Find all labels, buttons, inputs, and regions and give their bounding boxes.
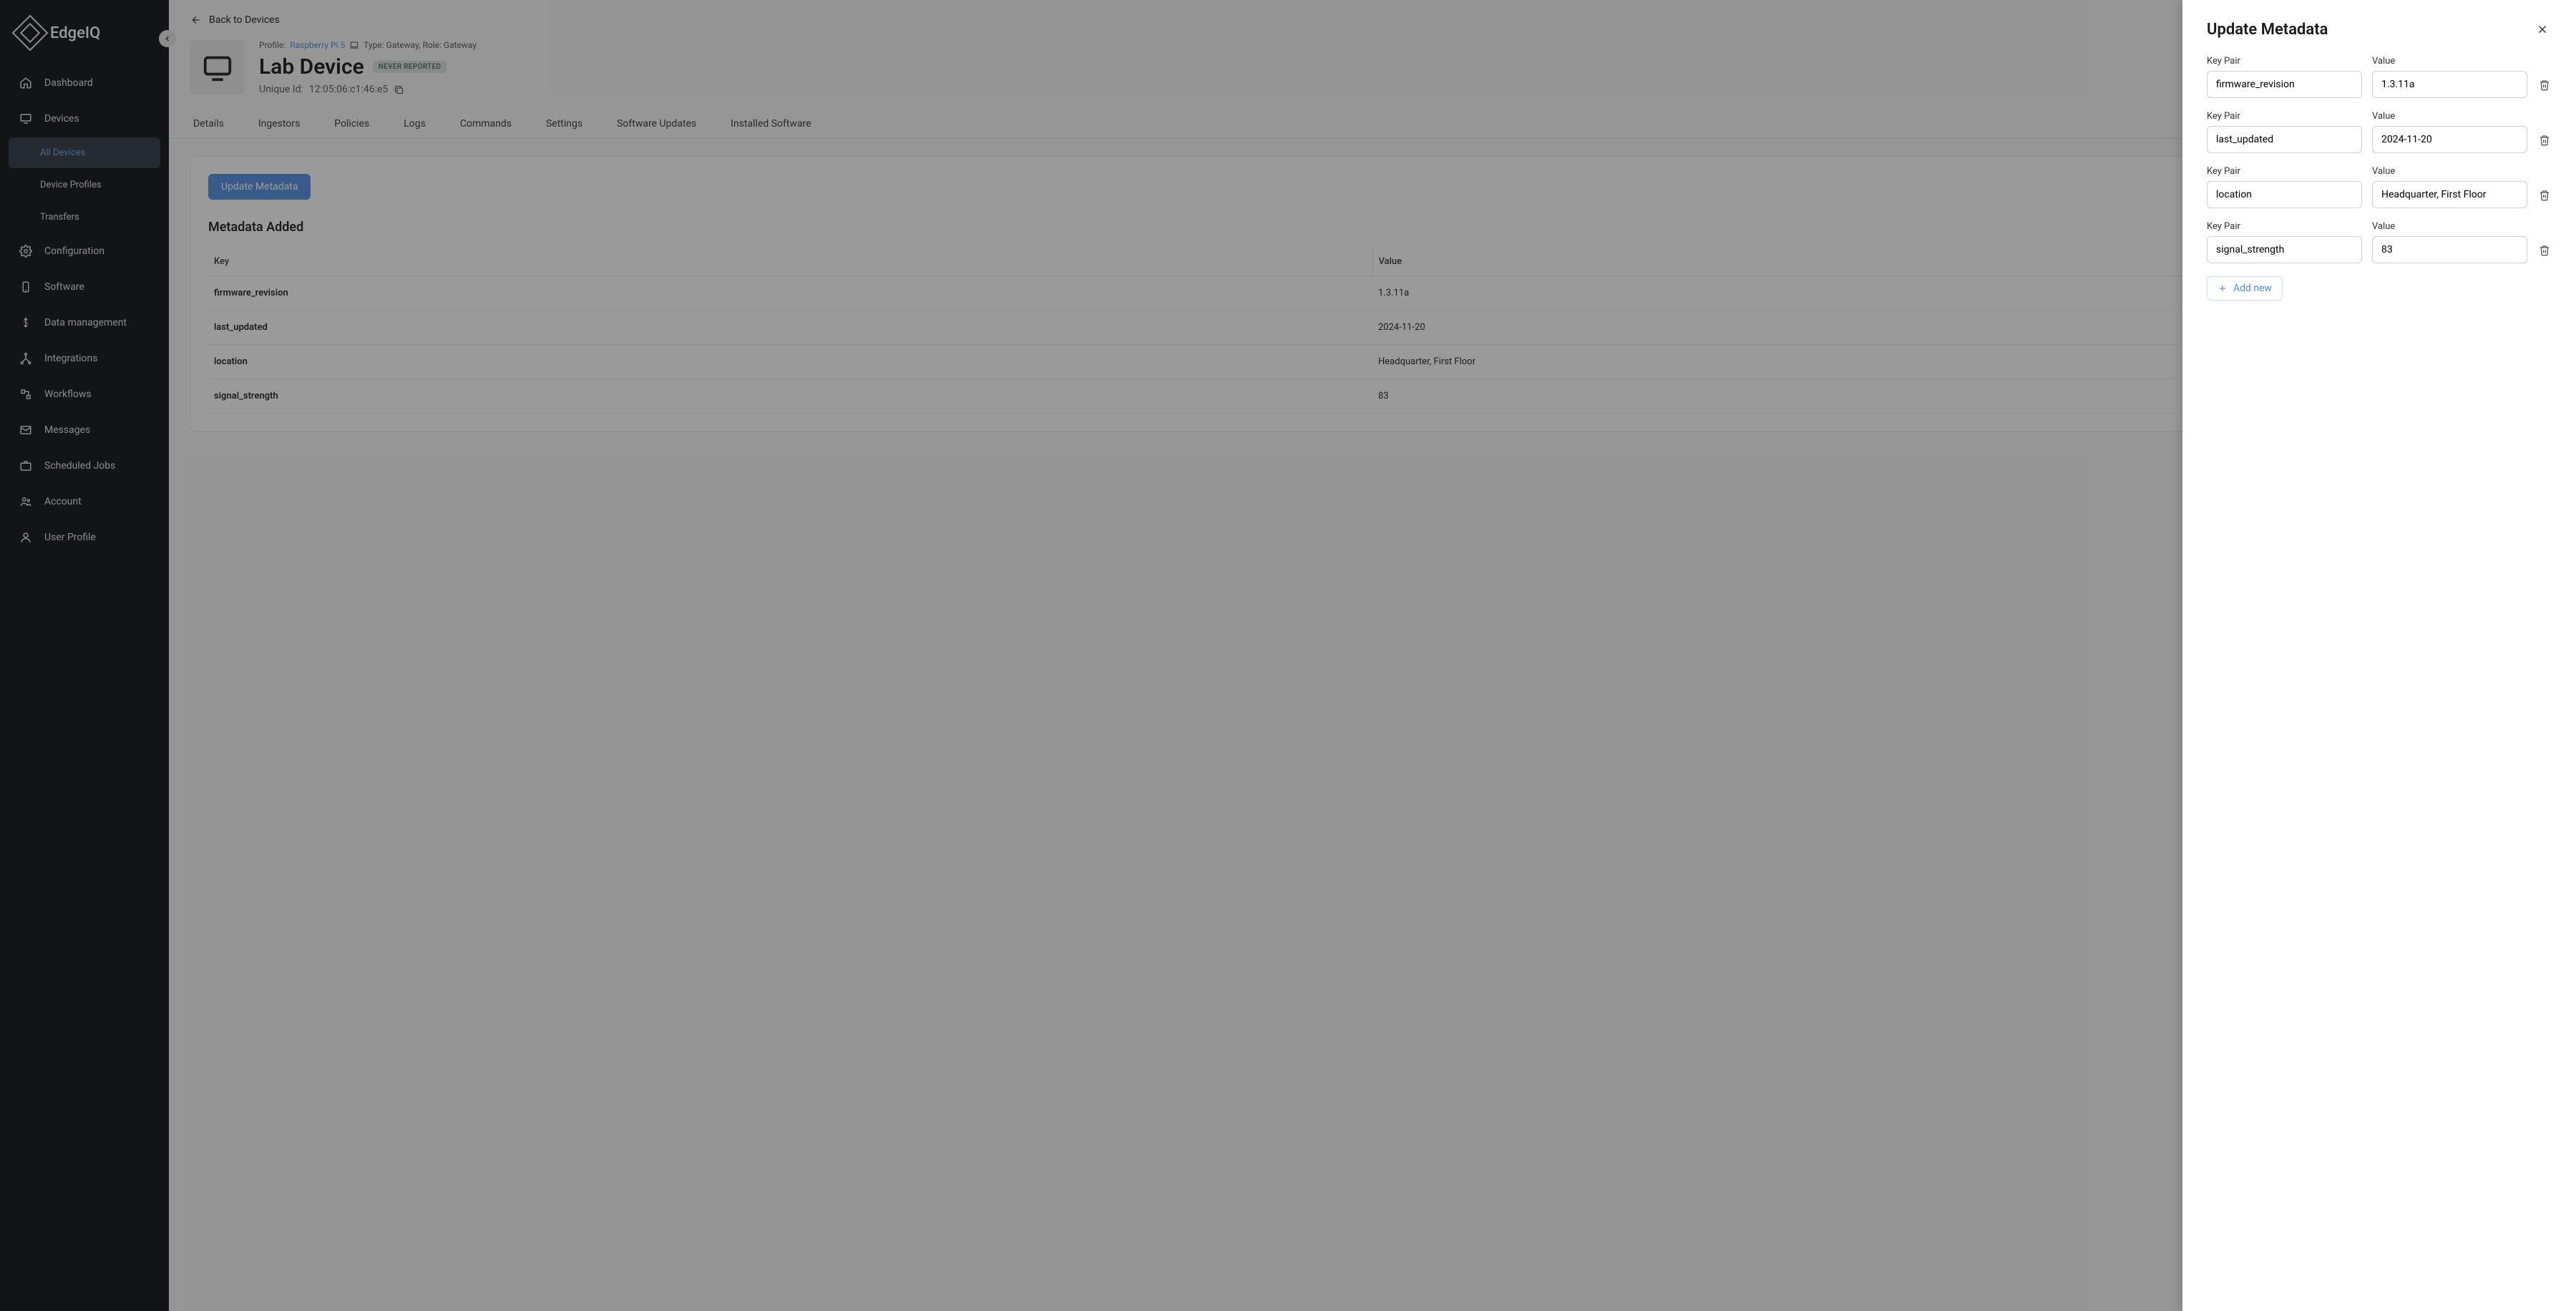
key-pair-label: Key Pair — [2207, 56, 2362, 67]
key-pair-input[interactable] — [2207, 126, 2362, 153]
trash-icon — [2539, 190, 2550, 201]
key-pair-input[interactable] — [2207, 71, 2362, 98]
trash-icon — [2539, 79, 2550, 91]
trash-icon — [2539, 245, 2550, 256]
plus-icon — [2218, 283, 2228, 293]
value-label: Value — [2372, 221, 2527, 232]
add-new-button[interactable]: Add new — [2207, 276, 2283, 301]
drawer-title: Update Metadata — [2207, 21, 2328, 39]
kv-row: Key Pair Value — [2207, 56, 2552, 98]
kv-row: Key Pair Value — [2207, 221, 2552, 263]
key-pair-label: Key Pair — [2207, 166, 2362, 177]
delete-row-button[interactable] — [2537, 79, 2552, 98]
add-new-label: Add new — [2233, 283, 2272, 294]
value-input[interactable] — [2372, 236, 2527, 263]
key-pair-input[interactable] — [2207, 181, 2362, 208]
kv-row: Key Pair Value — [2207, 111, 2552, 153]
key-pair-input[interactable] — [2207, 236, 2362, 263]
value-input[interactable] — [2372, 71, 2527, 98]
delete-row-button[interactable] — [2537, 190, 2552, 208]
update-metadata-drawer: Update Metadata Key Pair Value Key Pair Val… — [2182, 0, 2576, 1311]
key-pair-label: Key Pair — [2207, 221, 2362, 232]
value-label: Value — [2372, 56, 2527, 67]
drawer-rows: Key PairValueKey PairValueKey PairValueK… — [2207, 56, 2552, 276]
value-input[interactable] — [2372, 126, 2527, 153]
close-icon — [2536, 23, 2549, 36]
delete-row-button[interactable] — [2537, 135, 2552, 153]
trash-icon — [2539, 135, 2550, 146]
delete-row-button[interactable] — [2537, 245, 2552, 263]
close-drawer-button[interactable] — [2533, 20, 2552, 39]
key-pair-label: Key Pair — [2207, 111, 2362, 122]
value-input[interactable] — [2372, 181, 2527, 208]
value-label: Value — [2372, 111, 2527, 122]
kv-row: Key Pair Value — [2207, 166, 2552, 208]
value-label: Value — [2372, 166, 2527, 177]
